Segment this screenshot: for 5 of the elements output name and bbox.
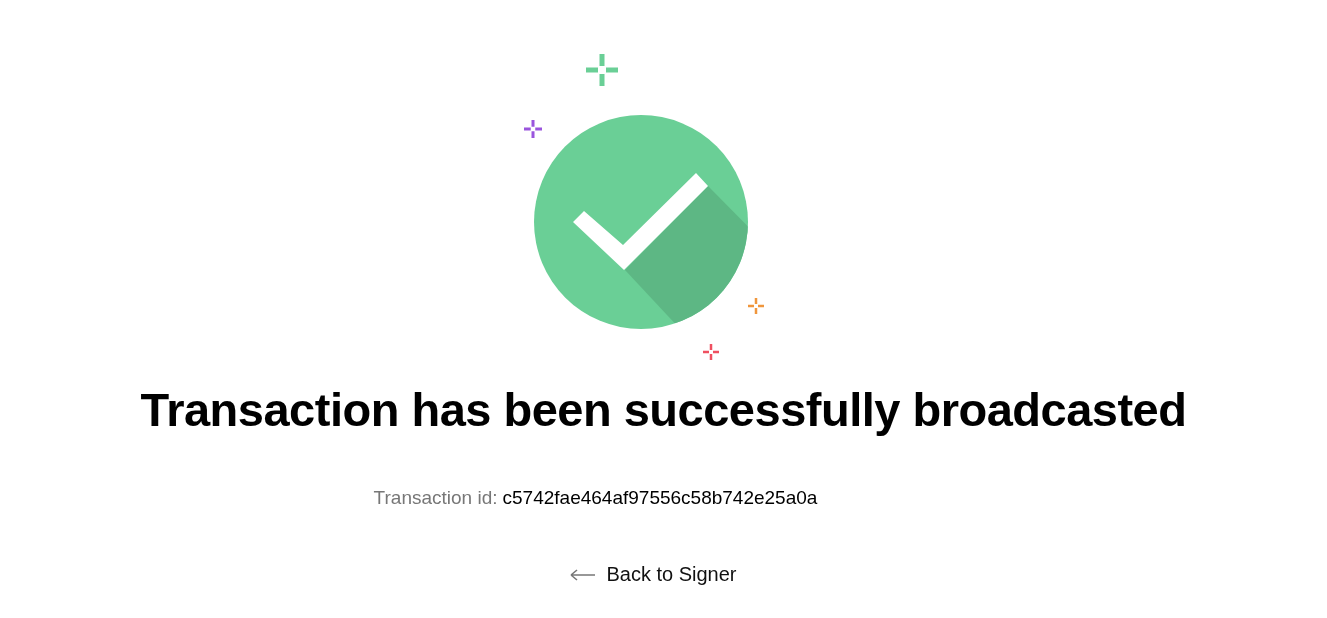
transaction-id-label: Transaction id: [373, 487, 498, 509]
transaction-id-value: c5742fae464af97556c58b742e25a0a [502, 487, 818, 509]
back-link[interactable]: Back to Signer [570, 563, 737, 586]
left-arrow-icon [570, 568, 597, 581]
success-heading: Transaction has been successfully broadcasted [140, 382, 1187, 437]
